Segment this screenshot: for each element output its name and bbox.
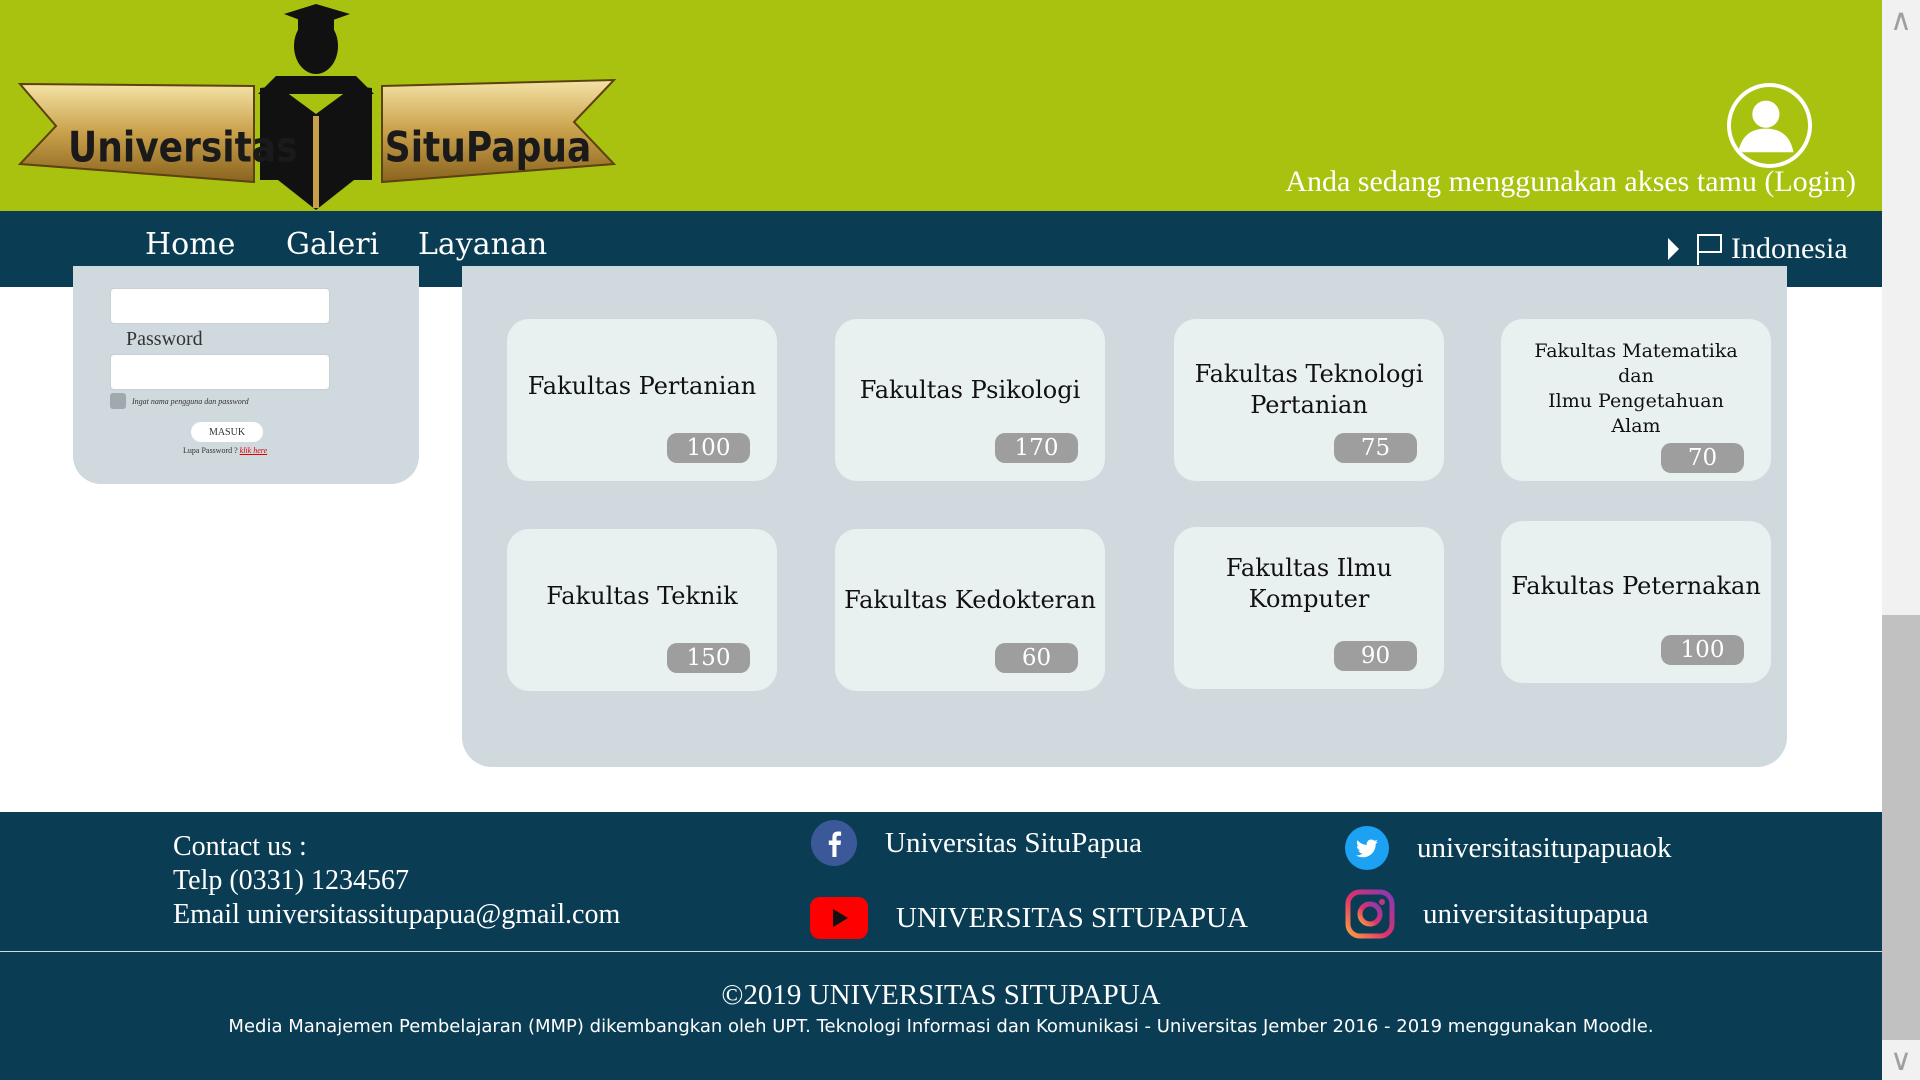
password-label: Password	[126, 328, 203, 350]
language-selector[interactable]: Indonesia	[1668, 227, 1848, 271]
site-header: Universitas SituPapua Anda sedang menggu…	[0, 0, 1882, 211]
contact-info: Contact us : Telp (0331) 1234567 Email u…	[173, 830, 620, 932]
faculty-card[interactable]: Fakultas Psikologi 170	[835, 319, 1105, 481]
twitter-label: universitasitupapuaok	[1417, 831, 1672, 864]
twitter-icon	[1345, 826, 1389, 870]
faculty-count-badge: 75	[1334, 433, 1417, 463]
faculty-name: Fakultas Psikologi	[859, 376, 1081, 404]
youtube-icon	[810, 897, 868, 939]
page-scrollbar[interactable]: ∧ ∨	[1882, 0, 1920, 1080]
faculty-name: Fakultas Matematika dan Ilmu Pengetahuan…	[1509, 339, 1763, 439]
faculty-count-badge: 100	[667, 433, 750, 463]
faculty-name: Fakultas Teknologi Pertanian	[1194, 360, 1424, 419]
user-avatar-icon[interactable]	[1727, 83, 1812, 168]
copyright-text: ©2019 UNIVERSITAS SITUPAPUA	[721, 979, 1161, 1011]
language-label: Indonesia	[1731, 232, 1848, 265]
faculty-name-line: dan	[1618, 365, 1654, 387]
nav-layanan[interactable]: Layanan	[418, 227, 547, 262]
youtube-label: UNIVERSITAS SITUPAPUA	[896, 901, 1248, 934]
faculty-card[interactable]: Fakultas Teknik 150	[507, 529, 777, 691]
faculty-name-line: Ilmu Pengetahuan	[1548, 390, 1724, 412]
faculty-name: Fakultas Pertanian	[527, 372, 757, 400]
graduate-reading-book-icon	[258, 4, 374, 210]
university-logo[interactable]: Universitas SituPapua	[14, 4, 624, 210]
caret-right-icon	[1668, 238, 1679, 260]
faculty-name: Fakultas Peternakan	[1511, 572, 1761, 600]
faculty-card[interactable]: Fakultas Teknologi Pertanian 75	[1174, 319, 1444, 481]
contact-email: Email universitassitupapua@gmail.com	[173, 899, 621, 930]
faculty-card[interactable]: Fakultas Peternakan 100	[1501, 521, 1771, 683]
guest-login-link[interactable]: Anda sedang menggunakan akses tamu (Logi…	[1285, 165, 1856, 199]
contact-heading: Contact us :	[173, 831, 307, 862]
logo-left-text: Universitas	[68, 124, 298, 172]
password-field[interactable]	[110, 354, 330, 390]
login-panel: Password Ingat nama pengguna dan passwor…	[73, 266, 419, 484]
remember-label: Ingat nama pengguna dan password	[132, 396, 249, 406]
faculty-card[interactable]: Fakultas Ilmu Komputer 90	[1174, 527, 1444, 689]
twitter-link[interactable]: universitasitupapuaok	[1345, 826, 1672, 870]
logo-right-text: SituPapua	[385, 124, 591, 172]
faculty-name: Fakultas Ilmu Komputer	[1225, 554, 1393, 613]
faculty-count-badge: 150	[667, 643, 750, 673]
remember-checkbox[interactable]	[110, 393, 126, 409]
faculty-card[interactable]: Fakultas Matematika dan Ilmu Pengetahuan…	[1501, 319, 1771, 481]
remember-me: Ingat nama pengguna dan password	[110, 393, 249, 409]
faculty-card[interactable]: Fakultas Pertanian 100	[507, 319, 777, 481]
nav-galeri[interactable]: Galeri	[286, 227, 379, 262]
faculty-name-line: Alam	[1611, 415, 1661, 437]
faculty-count-badge: 60	[995, 643, 1078, 673]
faculty-count-badge: 70	[1661, 443, 1744, 473]
forgot-password: Lupa Password ? klik here	[183, 446, 267, 455]
username-field[interactable]	[110, 288, 330, 324]
instagram-icon	[1345, 889, 1395, 939]
contact-phone: Telp (0331) 1234567	[173, 865, 410, 896]
faculty-name-line: Fakultas Matematika	[1534, 340, 1738, 362]
scrollbar-thumb[interactable]	[1882, 615, 1920, 1040]
footer-divider	[0, 951, 1882, 952]
youtube-link[interactable]: UNIVERSITAS SITUPAPUA	[810, 897, 1248, 939]
flag-icon	[1697, 234, 1722, 265]
faculty-count-badge: 100	[1661, 635, 1744, 665]
faculty-name: Fakultas Teknik	[546, 582, 738, 610]
forgot-password-text: Lupa Password ?	[183, 446, 238, 455]
faculty-name: Fakultas Kedokteran	[844, 586, 1096, 614]
facebook-icon	[811, 820, 857, 866]
scroll-down-arrow-icon[interactable]: ∨	[1882, 1040, 1920, 1080]
footer-note: Media Manajemen Pembelajaran (MMP) dikem…	[228, 1016, 1654, 1037]
faculty-card[interactable]: Fakultas Kedokteran 60	[835, 529, 1105, 691]
nav-home[interactable]: Home	[145, 227, 235, 262]
scroll-up-arrow-icon[interactable]: ∧	[1882, 0, 1920, 40]
faculty-count-badge: 170	[995, 433, 1078, 463]
site-footer: Contact us : Telp (0331) 1234567 Email u…	[0, 812, 1882, 1080]
login-submit-button[interactable]: MASUK	[191, 422, 263, 442]
instagram-link[interactable]: universitasitupapua	[1345, 889, 1649, 939]
faculty-count-badge: 90	[1334, 641, 1417, 671]
facebook-label: Universitas SituPapua	[885, 826, 1142, 859]
faculty-panel: Fakultas Pertanian 100 Fakultas Psikolog…	[462, 266, 1787, 767]
facebook-link[interactable]: Universitas SituPapua	[811, 820, 1142, 866]
instagram-label: universitasitupapua	[1423, 897, 1649, 930]
forgot-password-link[interactable]: klik here	[240, 446, 267, 455]
